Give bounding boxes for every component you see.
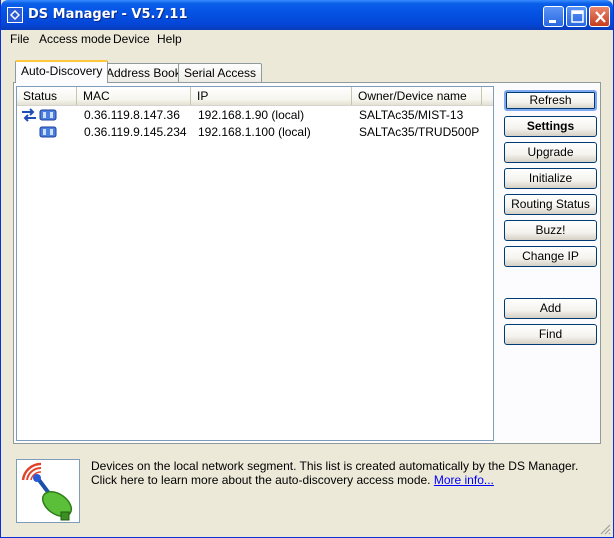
- info-line-2-text: Click here to learn more about the auto-…: [91, 473, 431, 487]
- column-mac[interactable]: MAC: [77, 87, 191, 105]
- cell-owner: SALTAc35/TRUD500P: [359, 125, 480, 139]
- tab-auto-discovery[interactable]: Auto-Discovery: [15, 60, 109, 83]
- more-info-link[interactable]: More info...: [434, 473, 494, 487]
- tab-address-book[interactable]: Address Book: [100, 63, 187, 82]
- resize-grip-icon[interactable]: [599, 523, 611, 535]
- initialize-button[interactable]: Initialize: [504, 168, 597, 189]
- satellite-dish-icon[interactable]: [16, 459, 80, 523]
- column-status[interactable]: Status: [17, 87, 77, 105]
- column-owner[interactable]: Owner/Device name: [352, 87, 482, 105]
- arrows-icon: [22, 108, 36, 122]
- upgrade-button[interactable]: Upgrade: [504, 142, 597, 163]
- app-window: DS Manager - V5.7.11 File Access mode De…: [0, 0, 614, 538]
- routing-status-button[interactable]: Routing Status: [504, 194, 597, 215]
- menu-bar: File Access mode Device Help: [2, 30, 613, 49]
- device-list[interactable]: Status MAC IP Owner/Device name 0.36.119…: [16, 86, 494, 441]
- device-icon: [39, 126, 57, 138]
- cell-mac: 0.36.119.9.145.234: [84, 125, 187, 139]
- find-button[interactable]: Find: [504, 324, 597, 345]
- menu-device[interactable]: Device: [113, 32, 150, 46]
- info-line-1: Devices on the local network segment. Th…: [91, 459, 579, 473]
- table-row[interactable]: 0.36.119.9.145.234 192.168.1.100 (local)…: [17, 124, 493, 141]
- minimize-button[interactable]: [543, 6, 564, 27]
- change-ip-button[interactable]: Change IP: [504, 246, 597, 267]
- refresh-button[interactable]: Refresh: [504, 90, 597, 111]
- info-text[interactable]: Devices on the local network segment. Th…: [91, 459, 591, 487]
- menu-help[interactable]: Help: [157, 32, 182, 46]
- info-line-2: Click here to learn more about the auto-…: [91, 473, 591, 487]
- close-button[interactable]: [589, 6, 610, 27]
- settings-button[interactable]: Settings: [504, 116, 597, 137]
- menu-access-mode[interactable]: Access mode: [39, 32, 111, 46]
- device-icon: [39, 109, 57, 121]
- list-header: Status MAC IP Owner/Device name: [17, 87, 493, 106]
- satellite-dish-graphic: [21, 462, 73, 521]
- minimize-icon: [549, 20, 556, 23]
- cell-ip: 192.168.1.100 (local): [198, 125, 311, 139]
- title-bar[interactable]: DS Manager - V5.7.11: [1, 0, 613, 30]
- maximize-button[interactable]: [566, 6, 587, 27]
- column-ip[interactable]: IP: [191, 87, 352, 105]
- cell-mac: 0.36.119.8.147.36: [84, 108, 180, 122]
- cell-owner: SALTAc35/MIST-13: [359, 108, 464, 122]
- cell-ip: 192.168.1.90 (local): [198, 108, 305, 122]
- menu-file[interactable]: File: [10, 32, 29, 46]
- app-icon: [7, 7, 23, 23]
- buzz-button[interactable]: Buzz!: [504, 220, 597, 241]
- column-filler: [482, 87, 493, 105]
- table-row[interactable]: 0.36.119.8.147.36 192.168.1.90 (local) S…: [17, 107, 493, 124]
- close-icon: [595, 11, 606, 23]
- add-button[interactable]: Add: [504, 298, 597, 319]
- window-title: DS Manager - V5.7.11: [28, 7, 188, 22]
- tab-serial-access[interactable]: Serial Access: [178, 63, 263, 82]
- maximize-icon: [571, 10, 584, 23]
